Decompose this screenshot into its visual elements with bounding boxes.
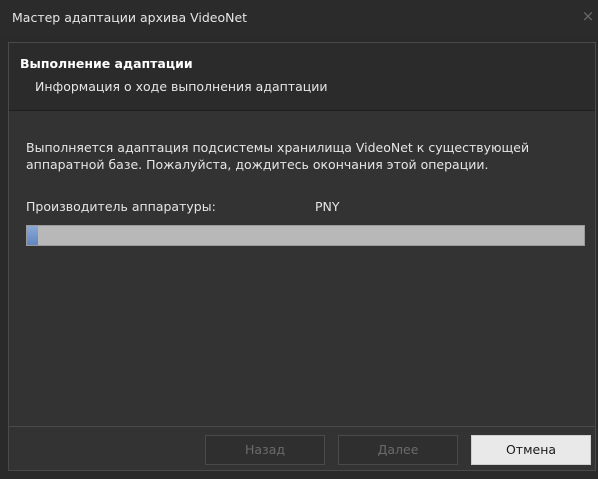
next-button[interactable]: Далее (338, 435, 458, 465)
wizard-header: Выполнение адаптации Информация о ходе в… (9, 43, 595, 111)
footer-divider (9, 426, 595, 427)
manufacturer-value: PNY (315, 199, 340, 214)
manufacturer-label: Производитель аппаратуры: (26, 199, 216, 214)
window-title: Мастер адаптации архива VideoNet (12, 10, 248, 25)
wizard-window: Мастер адаптации архива VideoNet × Выпол… (0, 0, 598, 479)
cancel-button[interactable]: Отмена (471, 435, 591, 465)
wizard-panel: Выполнение адаптации Информация о ходе в… (8, 42, 596, 471)
operation-description: Выполняется адаптация подсистемы хранили… (26, 140, 530, 172)
step-title: Выполнение адаптации (20, 56, 193, 71)
back-button[interactable]: Назад (205, 435, 325, 465)
step-subtitle: Информация о ходе выполнения адаптации (35, 79, 328, 94)
title-bar[interactable]: Мастер адаптации архива VideoNet × (0, 0, 598, 36)
progress-fill (27, 226, 39, 245)
close-icon[interactable]: × (580, 8, 596, 24)
adaptation-progress-bar (26, 225, 585, 246)
